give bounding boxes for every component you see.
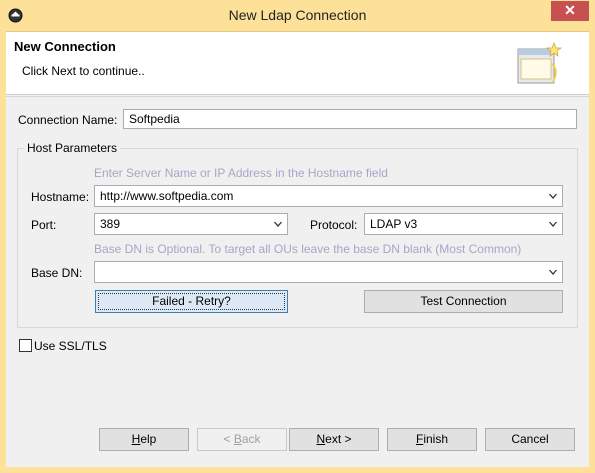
hostname-hint: Enter Server Name or IP Address in the H…	[94, 166, 388, 180]
protocol-label: Protocol:	[310, 218, 358, 232]
window-frame-bottom	[0, 467, 595, 473]
hostname-label: Hostname:	[31, 190, 90, 204]
close-icon: ✕	[564, 2, 576, 18]
connection-name-label: Connection Name:	[18, 113, 118, 127]
window-frame-left	[0, 31, 6, 473]
next-label: ext >	[325, 432, 352, 446]
basedn-label: Base DN:	[31, 266, 83, 280]
back-prefix: <	[223, 432, 234, 446]
focus-ring	[98, 293, 285, 310]
hostname-value: http://www.softpedia.com	[100, 189, 234, 203]
port-combo[interactable]: 389	[94, 213, 288, 235]
chevron-down-icon[interactable]	[549, 268, 557, 276]
finish-label: inish	[423, 432, 449, 446]
help-button[interactable]: Help	[99, 428, 189, 451]
finish-button[interactable]: Finish	[387, 428, 477, 451]
basedn-hint: Base DN is Optional. To target all OUs l…	[94, 242, 522, 256]
chevron-down-icon[interactable]	[274, 220, 282, 228]
host-parameters-title: Host Parameters	[24, 141, 121, 155]
next-button[interactable]: Next >	[289, 428, 379, 451]
test-connection-button[interactable]: Test Connection	[364, 290, 563, 313]
failed-retry-button[interactable]: Failed - Retry?	[95, 290, 288, 313]
header-separator	[6, 96, 589, 97]
back-mnemonic: B	[233, 432, 242, 446]
port-label: Port:	[31, 218, 57, 232]
help-label: elp	[140, 432, 157, 446]
cancel-button[interactable]: Cancel	[485, 428, 575, 451]
protocol-combo[interactable]: LDAP v3	[364, 213, 563, 235]
window-frame-right	[589, 31, 595, 473]
back-button[interactable]: < Back	[197, 428, 287, 451]
close-button[interactable]: ✕	[551, 1, 589, 21]
connection-name-input[interactable]: Softpedia	[123, 109, 577, 129]
ssl-checkbox[interactable]	[19, 339, 32, 352]
chevron-down-icon[interactable]	[549, 192, 557, 200]
hostname-combo[interactable]: http://www.softpedia.com	[94, 185, 563, 207]
back-label: ack	[241, 432, 261, 446]
next-mnemonic: N	[316, 432, 326, 446]
chevron-down-icon[interactable]	[549, 220, 557, 228]
page-subtitle: Click Next to continue..	[22, 64, 145, 78]
basedn-combo[interactable]	[94, 261, 563, 283]
wizard-window-icon	[515, 40, 565, 90]
window-title: New Ldap Connection	[228, 7, 367, 23]
page-title: New Connection	[14, 39, 116, 54]
port-value: 389	[100, 217, 121, 231]
ssl-label[interactable]: Use SSL/TLS	[34, 339, 107, 353]
protocol-value: LDAP v3	[370, 217, 418, 231]
